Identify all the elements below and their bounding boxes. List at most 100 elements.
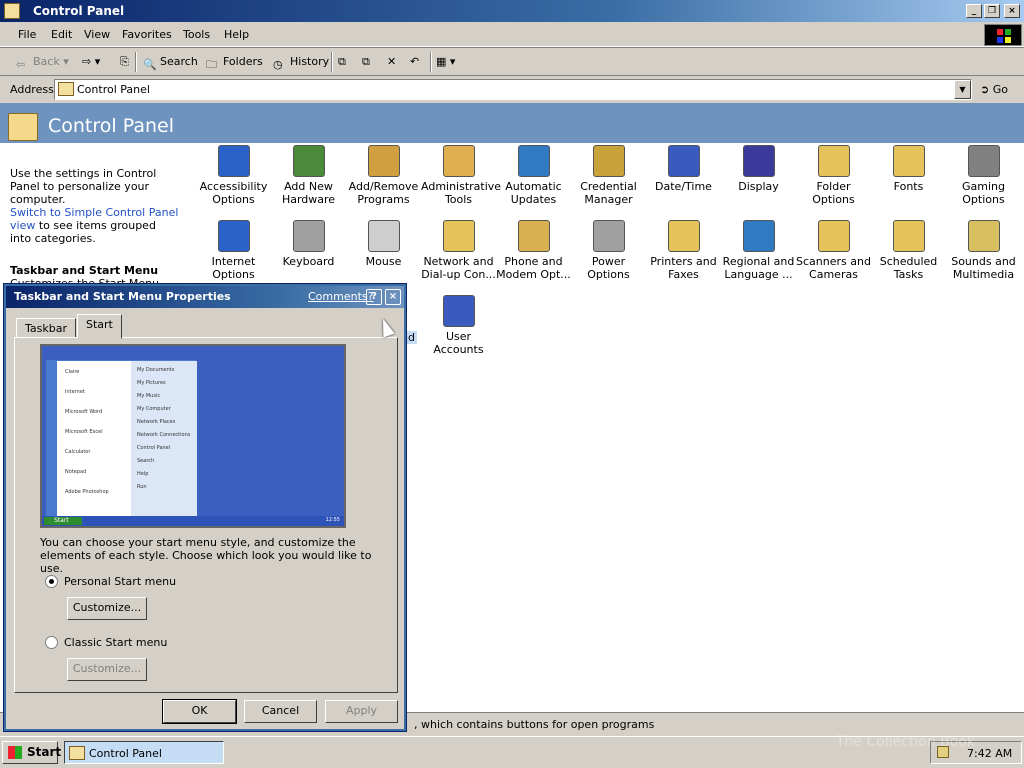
user-icon <box>442 295 475 327</box>
toolbar-separator <box>430 52 432 72</box>
preview-right-item: My Documents <box>137 367 175 373</box>
tab-panel-start: Claire Internet Microsoft Word Microsoft Ex… <box>14 337 398 693</box>
address-bar: Address Control Panel ▼ ➲ Go <box>0 77 1024 102</box>
forward-button[interactable]: ⇨ ▾ <box>82 55 100 68</box>
printer-icon <box>667 220 700 252</box>
ok-button[interactable]: OK <box>163 700 236 723</box>
views-icon: ▦ <box>436 55 447 68</box>
taskbar-item-control-panel[interactable]: Control Panel <box>64 741 224 764</box>
cp-item[interactable]: Internet Options <box>196 220 271 281</box>
cp-item[interactable]: Date/Time <box>646 145 721 193</box>
cp-item[interactable]: Folder Options <box>796 145 871 206</box>
taskbar-properties-dialog: Taskbar and Start Menu Properties Commen… <box>4 284 406 731</box>
menu-favorites[interactable]: Favorites <box>122 28 172 41</box>
cp-item-label: Scanners and Cameras <box>796 255 871 281</box>
minimize-button[interactable]: _ <box>966 4 982 18</box>
cp-item[interactable]: Administrative Tools <box>421 145 501 206</box>
menu-edit[interactable]: Edit <box>51 28 72 41</box>
cp-item-label: Display <box>738 180 779 193</box>
scanner-icon <box>817 220 850 252</box>
tab-start[interactable]: Start <box>77 314 122 339</box>
views-button[interactable]: ▦ ▾ <box>436 55 455 68</box>
search-button[interactable]: 🔍 Search <box>143 55 198 72</box>
address-input[interactable]: Control Panel ▼ <box>54 79 972 100</box>
preview-taskbar: Start 12:55 <box>42 516 344 526</box>
cp-item[interactable]: Scheduled Tasks <box>871 220 946 281</box>
preview-left-item: Claire <box>65 369 80 375</box>
go-button[interactable]: ➲ Go <box>980 83 1008 96</box>
help-icon[interactable]: ? <box>366 289 382 305</box>
delete-button[interactable]: ✕ <box>387 55 396 68</box>
preview-right-item: My Music <box>137 393 161 399</box>
copy-to-button[interactable]: ⧉ <box>362 55 370 69</box>
back-button[interactable]: ⇦ Back ▾ <box>16 55 69 72</box>
personal-start-menu-radio[interactable] <box>45 575 58 588</box>
restore-button[interactable]: ❐ <box>984 4 1000 18</box>
move-to-button[interactable]: ⧉ <box>338 55 346 69</box>
menu-file[interactable]: File <box>18 28 36 41</box>
cp-item[interactable]: Phone and Modem Opt... <box>496 220 571 281</box>
start-menu-description: You can choose your start menu style, an… <box>40 536 372 575</box>
mouse-icon <box>367 220 400 252</box>
cp-item[interactable]: Add New Hardware <box>271 145 346 206</box>
up-folder-button[interactable]: ⎘ <box>120 55 129 69</box>
apply-button: Apply <box>325 700 398 723</box>
control-panel-icon <box>69 746 85 760</box>
cp-item-label: Accessibility Options <box>199 180 268 206</box>
go-arrow-icon: ➲ <box>980 83 990 96</box>
display-icon <box>742 145 775 177</box>
cp-item[interactable]: User Accounts <box>421 295 496 356</box>
accessibility-icon <box>217 145 250 177</box>
cp-item[interactable]: Add/Remove Programs <box>346 145 421 206</box>
customize-personal-button[interactable]: Customize... <box>67 597 147 620</box>
cp-item[interactable]: Printers and Faxes <box>646 220 721 281</box>
history-button[interactable]: ◷ History <box>273 55 329 72</box>
comments-link[interactable]: Comments? <box>308 290 373 303</box>
delete-icon: ✕ <box>387 55 397 68</box>
cancel-button[interactable]: Cancel <box>244 700 317 723</box>
cp-item-label: Gaming Options <box>962 180 1005 206</box>
cp-item[interactable]: Gaming Options <box>946 145 1021 206</box>
left-pane-heading: Taskbar and Start Menu <box>10 264 159 277</box>
cp-item-label: User Accounts <box>433 330 484 356</box>
cp-item[interactable]: Mouse <box>346 220 421 268</box>
cp-item[interactable]: Keyboard <box>271 220 346 268</box>
preview-right-item: My Computer <box>137 406 171 412</box>
preview-right-item: Help <box>137 471 149 477</box>
cp-item[interactable]: Sounds and Multimedia <box>946 220 1021 281</box>
cp-item[interactable]: Regional and Language ... <box>721 220 796 281</box>
folders-button[interactable]: 🗀 Folders <box>206 55 263 71</box>
personal-start-menu-label[interactable]: Personal Start menu <box>64 575 176 588</box>
cp-item[interactable]: Display <box>721 145 796 193</box>
undo-button[interactable]: ↶ <box>410 55 419 68</box>
control-panel-icon <box>8 113 38 141</box>
cp-item[interactable]: Network and Dial-up Con... <box>421 220 496 281</box>
cp-item-label: Phone and Modem Opt... <box>496 255 571 281</box>
cp-item[interactable]: Credential Manager <box>571 145 646 206</box>
close-button[interactable]: × <box>1004 4 1020 18</box>
classic-start-menu-radio[interactable] <box>45 636 58 649</box>
preview-clock: 12:55 <box>325 517 340 523</box>
page-title: Control Panel <box>48 115 174 137</box>
status-text: , which contains buttons for open progra… <box>414 718 655 731</box>
cp-item[interactable]: Fonts <box>871 145 946 193</box>
dialog-title: Taskbar and Start Menu Properties <box>14 290 231 303</box>
menu-tools[interactable]: Tools <box>183 28 210 41</box>
cp-item[interactable]: Accessibility Options <box>196 145 271 206</box>
address-dropdown-button[interactable]: ▼ <box>954 80 971 99</box>
dialog-close-button[interactable]: × <box>385 289 401 305</box>
classic-start-menu-label[interactable]: Classic Start menu <box>64 636 167 649</box>
programs-icon <box>367 145 400 177</box>
cp-item-label: Network and Dial-up Con... <box>421 255 496 281</box>
cp-item[interactable]: Scanners and Cameras <box>796 220 871 281</box>
windows-logo-icon <box>984 24 1022 46</box>
menu-view[interactable]: View <box>84 28 110 41</box>
start-menu-preview: Claire Internet Microsoft Word Microsoft Ex… <box>40 344 346 528</box>
tab-taskbar[interactable]: Taskbar <box>16 318 76 338</box>
cp-item[interactable]: Power Options <box>571 220 646 281</box>
cp-item-label: Fonts <box>893 180 924 193</box>
customize-classic-button: Customize... <box>67 658 147 681</box>
menu-help[interactable]: Help <box>224 28 249 41</box>
start-button[interactable]: Start <box>2 741 61 764</box>
cp-item[interactable]: Automatic Updates <box>496 145 571 206</box>
